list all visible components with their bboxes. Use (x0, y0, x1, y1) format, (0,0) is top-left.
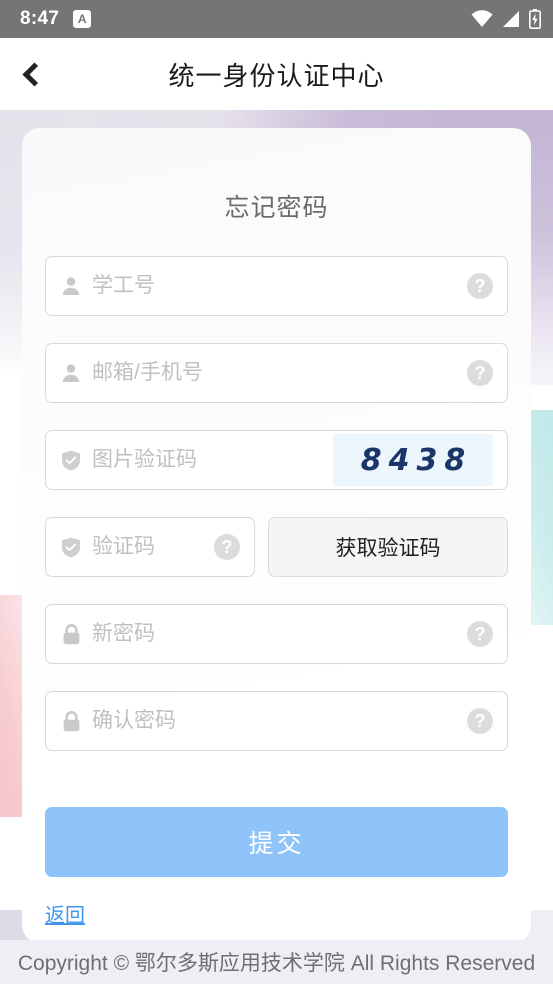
page-title: 统一身份认证中心 (168, 60, 385, 91)
submit-button[interactable]: 提交 (45, 807, 508, 877)
help-question-icon[interactable]: ? (467, 708, 493, 734)
field-student-staff-id[interactable]: ? (45, 256, 508, 316)
status-time: 8:47 (20, 8, 60, 29)
lock-icon (60, 623, 82, 645)
confirm-password-input[interactable] (92, 709, 459, 733)
field-new-password[interactable]: ? (45, 604, 508, 664)
user-icon (60, 362, 82, 384)
help-question-icon[interactable]: ? (467, 621, 493, 647)
forgot-password-card: 忘记密码 ? ? 8438 (22, 128, 531, 943)
field-confirm-password[interactable]: ? (45, 691, 508, 751)
form-heading: 忘记密码 (224, 194, 329, 222)
back-link[interactable]: 返回 (45, 899, 85, 928)
field-image-captcha[interactable]: 8438 (45, 430, 508, 490)
status-bar: 8:47 A (0, 0, 553, 38)
image-captcha-input[interactable] (92, 448, 327, 472)
field-email-or-phone[interactable]: ? (45, 343, 508, 403)
help-question-icon[interactable]: ? (467, 273, 493, 299)
app-letter-a-icon: A (73, 10, 92, 28)
new-password-input[interactable] (92, 622, 459, 646)
student-staff-id-input[interactable] (92, 274, 459, 298)
title-bar: 统一身份认证中心 (0, 38, 553, 110)
shield-check-icon (60, 536, 82, 558)
footer-copyright: Copyright © 鄂尔多斯应用技术学院 All Rights Reserv… (0, 940, 553, 984)
status-bar-right (471, 9, 541, 29)
sms-code-row: ? 获取验证码 (45, 517, 508, 577)
get-code-button[interactable]: 获取验证码 (268, 517, 508, 577)
help-question-icon[interactable]: ? (467, 360, 493, 386)
email-or-phone-input[interactable] (92, 361, 459, 385)
captcha-code-text: 8438 (360, 442, 473, 478)
help-question-icon[interactable]: ? (214, 534, 240, 560)
sms-code-input[interactable] (92, 535, 206, 559)
status-bar-left: 8:47 A (12, 8, 471, 30)
shield-check-icon (60, 449, 82, 471)
captcha-image[interactable]: 8438 (333, 434, 493, 486)
battery-charging-icon (529, 9, 541, 29)
wifi-icon (471, 10, 493, 28)
cellular-signal-icon (502, 10, 520, 28)
user-icon (60, 275, 82, 297)
lock-icon (60, 710, 82, 732)
copyright-text: Copyright © 鄂尔多斯应用技术学院 All Rights Reserv… (17, 952, 536, 975)
field-sms-code[interactable]: ? (45, 517, 255, 577)
